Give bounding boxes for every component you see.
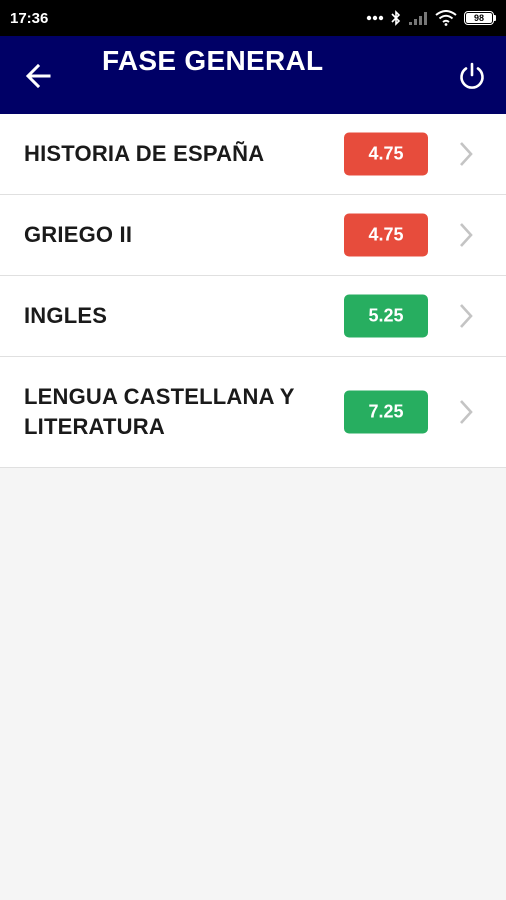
arrow-left-icon [25, 63, 51, 89]
subject-row-griego[interactable]: GRIEGO II 4.75 [0, 195, 506, 276]
dots-icon [366, 15, 384, 21]
subject-row-ingles[interactable]: INGLES 5.25 [0, 276, 506, 357]
subject-row-lengua[interactable]: LENGUA CASTELLANA Y LITERATURA 7.25 [0, 357, 506, 468]
chevron-right-icon [460, 142, 473, 166]
signal-icon [409, 12, 427, 25]
chevron-right-icon [460, 223, 473, 247]
subject-name: HISTORIA DE ESPAÑA [24, 141, 265, 166]
grade-badge: 4.75 [344, 132, 428, 176]
subject-row-historia[interactable]: HISTORIA DE ESPAÑA 4.75 [0, 114, 506, 195]
bluetooth-icon [391, 10, 401, 26]
status-time: 17:36 [10, 9, 49, 27]
subject-name: GRIEGO II [24, 222, 133, 247]
grade-badge: 5.25 [344, 294, 428, 338]
logout-button[interactable] [452, 56, 492, 96]
subject-name: LENGUA CASTELLANA Y LITERATURA [24, 384, 295, 439]
chevron-right-icon [460, 400, 473, 424]
subject-list: HISTORIA DE ESPAÑA 4.75 GRIEGO II 4.75 I… [0, 114, 506, 468]
grade-badge: 4.75 [344, 213, 428, 257]
grade-badge: 7.25 [344, 390, 428, 434]
status-icons: 98 [366, 10, 496, 26]
wifi-icon [435, 10, 457, 26]
page-title: FASE GENERAL [102, 45, 324, 76]
status-bar: 17:36 98 [0, 0, 506, 36]
chevron-right-icon [460, 304, 473, 328]
battery-icon: 98 [464, 11, 496, 25]
subject-name: INGLES [24, 303, 108, 328]
app-bar: FASE GENERAL [0, 36, 506, 114]
battery-level: 98 [466, 13, 492, 23]
back-button[interactable] [18, 56, 58, 96]
power-icon [460, 62, 484, 89]
